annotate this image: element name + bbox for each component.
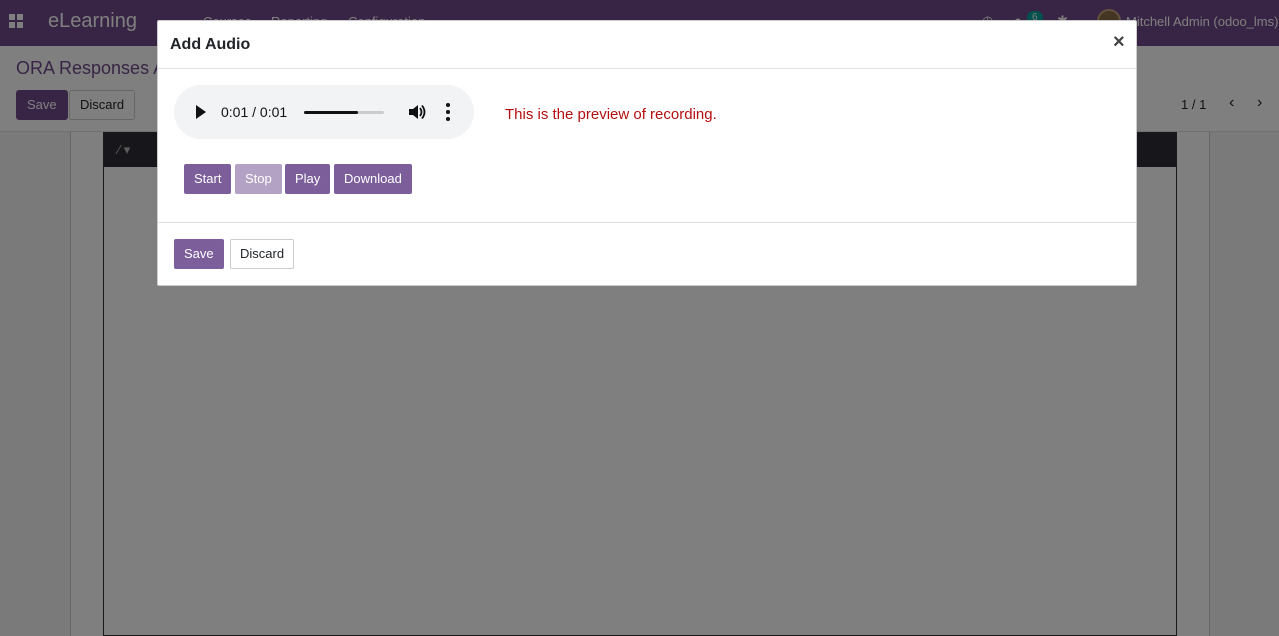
stop-recording-button[interactable]: Stop bbox=[235, 164, 282, 194]
modal-title: Add Audio bbox=[170, 36, 251, 53]
audio-seek-slider[interactable] bbox=[304, 111, 384, 114]
play-recording-button[interactable]: Play bbox=[285, 164, 331, 194]
audio-player: 0:01 / 0:01 bbox=[174, 85, 474, 139]
recording-preview-message: This is the preview of recording. bbox=[505, 106, 717, 123]
download-recording-button[interactable]: Download bbox=[334, 164, 412, 194]
modal-footer: Save Discard bbox=[158, 222, 1136, 286]
add-audio-dialog: Add Audio × 0:01 / 0:01 This is the prev… bbox=[157, 20, 1137, 286]
audio-seek-progress bbox=[304, 111, 358, 114]
modal-save-button[interactable]: Save bbox=[174, 239, 224, 269]
start-recording-button[interactable]: Start bbox=[184, 164, 232, 194]
audio-time: 0:01 / 0:01 bbox=[221, 104, 288, 120]
modal-discard-button[interactable]: Discard bbox=[230, 239, 295, 269]
modal-header: Add Audio × bbox=[158, 21, 1136, 69]
volume-icon[interactable] bbox=[406, 102, 426, 122]
close-icon[interactable]: × bbox=[1113, 31, 1125, 54]
more-options-icon[interactable] bbox=[446, 103, 450, 121]
play-icon[interactable] bbox=[196, 105, 206, 119]
